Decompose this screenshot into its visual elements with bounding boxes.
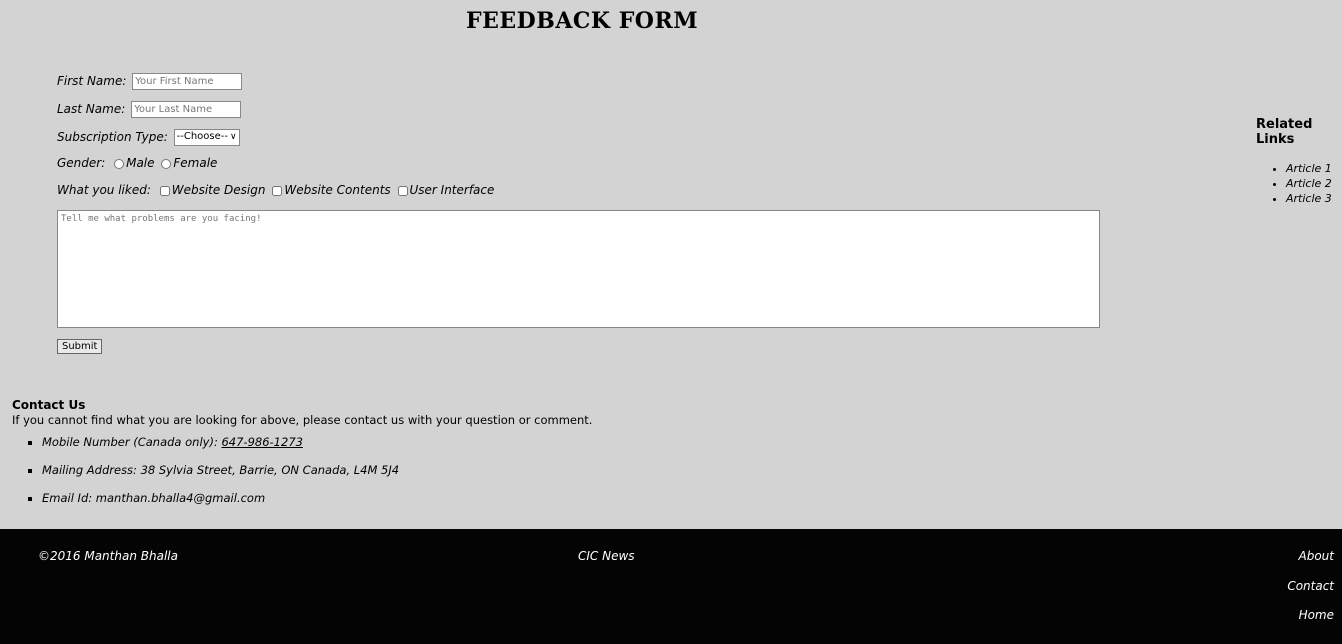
liked-user-interface-checkbox[interactable] (397, 185, 408, 196)
liked-website-design-checkbox[interactable] (159, 185, 170, 196)
liked-website-design-label: Website Design (171, 183, 266, 197)
subscription-selected: --Choose-- (176, 131, 228, 142)
gender-male-radio[interactable] (114, 158, 125, 169)
footer-copyright: ©2016 Manthan Bhalla (38, 549, 178, 563)
chevron-down-icon: ∨ (230, 132, 237, 142)
gender-label: Gender: (57, 156, 106, 170)
first-name-label: First Name: (57, 74, 127, 88)
footer-news-link[interactable]: CIC News (578, 549, 635, 563)
contact-phone: Mobile Number (Canada only): 647-986-127… (42, 435, 592, 449)
last-name-row: Last Name: (57, 101, 242, 118)
contact-phone-label: Mobile Number (Canada only): (42, 435, 218, 449)
footer-nav-about[interactable]: About (1287, 549, 1334, 564)
gender-female-radio[interactable] (161, 158, 172, 169)
liked-website-contents-label: Website Contents (284, 183, 391, 197)
footer-nav-contact[interactable]: Contact (1287, 579, 1334, 594)
footer-nav: About Contact Home (1287, 549, 1334, 638)
contact-list: Mobile Number (Canada only): 647-986-127… (12, 435, 592, 505)
first-name-input[interactable] (132, 73, 243, 90)
contact-email: Email Id: manthan.bhalla4@gmail.com (42, 491, 592, 505)
last-name-input[interactable] (131, 101, 242, 118)
subscription-select[interactable]: --Choose-- ∨ (173, 129, 240, 146)
related-link-article-1[interactable]: Article 1 (1286, 161, 1342, 176)
liked-row: What you liked: Website Design Website C… (57, 183, 494, 197)
related-links-title: Related Links (1256, 117, 1313, 147)
contact-section: Contact Us If you cannot find what you a… (12, 398, 592, 519)
contact-title: Contact Us (12, 398, 86, 412)
subscription-row: Subscription Type: --Choose-- ∨ (57, 129, 240, 146)
related-links-list: Article 1 Article 2 Article 3 (1256, 161, 1342, 206)
contact-address: Mailing Address: 38 Sylvia Street, Barri… (42, 463, 592, 477)
last-name-label: Last Name: (57, 102, 126, 116)
related-links: Related Links Article 1 Article 2 Articl… (1256, 117, 1342, 206)
related-link-article-3[interactable]: Article 3 (1286, 191, 1342, 206)
subscription-label: Subscription Type: (57, 130, 168, 144)
first-name-row: First Name: (57, 73, 243, 90)
gender-row: Gender: Male Female (57, 156, 217, 170)
footer: ©2016 Manthan Bhalla CIC News About Cont… (0, 529, 1342, 644)
liked-user-interface-label: User Interface (409, 183, 495, 197)
problems-textarea[interactable] (57, 210, 1100, 328)
gender-male-label: Male (126, 156, 155, 170)
contact-intro: If you cannot find what you are looking … (12, 413, 593, 427)
footer-nav-home[interactable]: Home (1287, 608, 1334, 623)
contact-phone-link[interactable]: 647-986-1273 (221, 435, 302, 449)
liked-label: What you liked: (57, 183, 151, 197)
related-link-article-2[interactable]: Article 2 (1286, 176, 1342, 191)
gender-female-label: Female (173, 156, 218, 170)
liked-website-contents-checkbox[interactable] (272, 185, 283, 196)
submit-button[interactable]: Submit (57, 339, 103, 354)
page-title: FEEDBACK FORM (466, 8, 699, 34)
